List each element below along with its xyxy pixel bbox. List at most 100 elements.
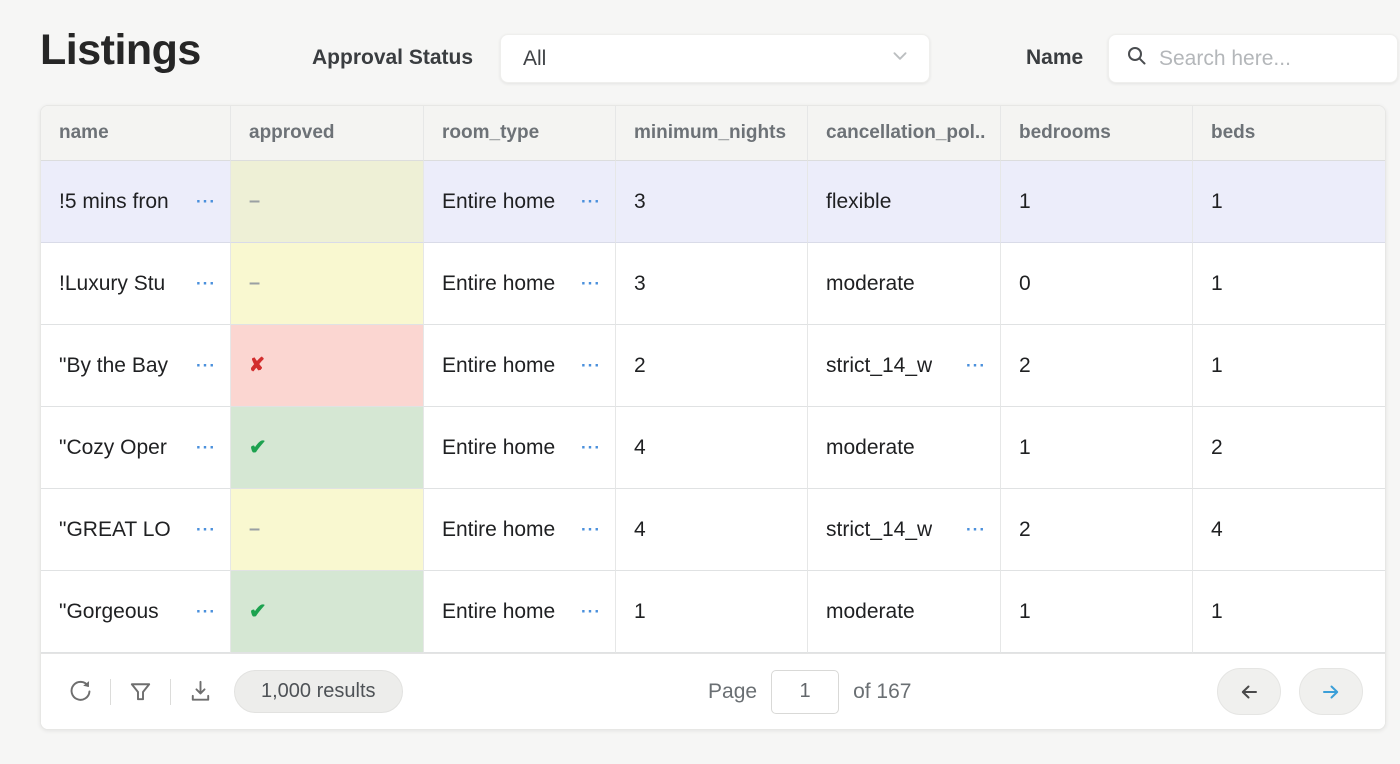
cell-approved[interactable]: ✔ xyxy=(231,407,424,489)
expand-cell-icon[interactable]: ··· xyxy=(196,357,216,374)
expand-cell-icon[interactable]: ··· xyxy=(581,439,601,456)
listings-table: name approved room_type minimum_nights c… xyxy=(40,105,1386,730)
expand-cell-icon[interactable]: ··· xyxy=(581,193,601,210)
search-input[interactable] xyxy=(1159,47,1385,71)
cell-room-type[interactable]: Entire home··· xyxy=(424,407,616,489)
cell-name[interactable]: "Cozy Oper··· xyxy=(41,407,231,489)
cell-minimum-nights[interactable]: 4 xyxy=(616,407,808,489)
column-header-cancellation-policy[interactable]: cancellation_pol... xyxy=(808,106,1001,161)
cell-cancellation-policy[interactable]: moderate xyxy=(808,407,1001,489)
cell-room-type[interactable]: Entire home··· xyxy=(424,325,616,407)
cell-bedrooms[interactable]: 1 xyxy=(1001,161,1193,243)
column-header-room-type[interactable]: room_type xyxy=(424,106,616,161)
table-row[interactable]: "By the Bay··· ✘ Entire home··· 2 strict… xyxy=(41,325,1385,407)
expand-cell-icon[interactable]: ··· xyxy=(966,357,986,374)
column-header-bedrooms[interactable]: bedrooms xyxy=(1001,106,1193,161)
page-title: Listings xyxy=(40,26,201,75)
cell-bedrooms[interactable]: 2 xyxy=(1001,489,1193,571)
refresh-button[interactable] xyxy=(63,674,98,709)
cell-minimum-nights[interactable]: 3 xyxy=(616,161,808,243)
table-row[interactable]: "Cozy Oper··· ✔ Entire home··· 4 moderat… xyxy=(41,407,1385,489)
approval-status-value: All xyxy=(523,47,887,71)
cell-cancellation-policy[interactable]: strict_14_w··· xyxy=(808,325,1001,407)
cell-room-type[interactable]: Entire home··· xyxy=(424,489,616,571)
status-dash: – xyxy=(249,272,260,295)
cell-name[interactable]: "Gorgeous··· xyxy=(41,571,231,653)
table-header-row: name approved room_type minimum_nights c… xyxy=(41,106,1385,161)
expand-cell-icon[interactable]: ··· xyxy=(196,603,216,620)
pagination: Page of 167 xyxy=(708,670,911,714)
cell-beds[interactable]: 2 xyxy=(1193,407,1385,489)
check-icon: ✔ xyxy=(249,435,267,460)
expand-cell-icon[interactable]: ··· xyxy=(196,521,216,538)
cell-beds[interactable]: 1 xyxy=(1193,243,1385,325)
cell-minimum-nights[interactable]: 3 xyxy=(616,243,808,325)
cell-name[interactable]: "GREAT LO··· xyxy=(41,489,231,571)
name-search-box[interactable] xyxy=(1108,34,1398,83)
expand-cell-icon[interactable]: ··· xyxy=(966,521,986,538)
cell-approved[interactable]: – xyxy=(231,243,424,325)
expand-cell-icon[interactable]: ··· xyxy=(581,521,601,538)
cell-beds[interactable]: 1 xyxy=(1193,325,1385,407)
download-button[interactable] xyxy=(183,674,218,709)
column-header-name[interactable]: name xyxy=(41,106,231,161)
cell-cancellation-policy[interactable]: moderate xyxy=(808,243,1001,325)
column-header-minimum-nights[interactable]: minimum_nights xyxy=(616,106,808,161)
cell-minimum-nights[interactable]: 2 xyxy=(616,325,808,407)
check-icon: ✔ xyxy=(249,599,267,624)
cell-cancellation-policy[interactable]: strict_14_w··· xyxy=(808,489,1001,571)
cross-icon: ✘ xyxy=(249,354,265,377)
next-page-button[interactable] xyxy=(1299,668,1363,715)
divider xyxy=(170,679,171,705)
divider xyxy=(110,679,111,705)
expand-cell-icon[interactable]: ··· xyxy=(196,439,216,456)
status-dash: – xyxy=(249,190,260,213)
column-header-approved[interactable]: approved xyxy=(231,106,424,161)
cell-room-type[interactable]: Entire home··· xyxy=(424,571,616,653)
table-row[interactable]: "Gorgeous··· ✔ Entire home··· 1 moderate… xyxy=(41,571,1385,653)
cell-minimum-nights[interactable]: 1 xyxy=(616,571,808,653)
column-header-beds[interactable]: beds xyxy=(1193,106,1385,161)
cell-room-type[interactable]: Entire home··· xyxy=(424,243,616,325)
approval-status-label: Approval Status xyxy=(312,46,473,70)
cell-cancellation-policy[interactable]: flexible xyxy=(808,161,1001,243)
name-filter-label: Name xyxy=(1026,46,1083,70)
expand-cell-icon[interactable]: ··· xyxy=(196,193,216,210)
cell-approved[interactable]: ✔ xyxy=(231,571,424,653)
cell-bedrooms[interactable]: 2 xyxy=(1001,325,1193,407)
cell-room-type[interactable]: Entire home··· xyxy=(424,161,616,243)
chevron-down-icon xyxy=(887,43,913,74)
cell-cancellation-policy[interactable]: moderate xyxy=(808,571,1001,653)
cell-name[interactable]: !5 mins fron··· xyxy=(41,161,231,243)
cell-beds[interactable]: 1 xyxy=(1193,571,1385,653)
table-row[interactable]: !5 mins fron··· – Entire home··· 3 flexi… xyxy=(41,161,1385,243)
cell-name[interactable]: "By the Bay··· xyxy=(41,325,231,407)
table-footer: 1,000 results Page of 167 xyxy=(41,653,1385,729)
expand-cell-icon[interactable]: ··· xyxy=(581,275,601,292)
approval-status-select[interactable]: All xyxy=(500,34,930,83)
page-label: Page xyxy=(708,680,757,704)
search-icon xyxy=(1125,44,1149,73)
cell-bedrooms[interactable]: 1 xyxy=(1001,571,1193,653)
table-body: !5 mins fron··· – Entire home··· 3 flexi… xyxy=(41,161,1385,653)
expand-cell-icon[interactable]: ··· xyxy=(196,275,216,292)
previous-page-button[interactable] xyxy=(1217,668,1281,715)
cell-approved[interactable]: ✘ xyxy=(231,325,424,407)
status-dash: – xyxy=(249,518,260,541)
cell-name[interactable]: !Luxury Stu··· xyxy=(41,243,231,325)
cell-bedrooms[interactable]: 1 xyxy=(1001,407,1193,489)
expand-cell-icon[interactable]: ··· xyxy=(581,603,601,620)
cell-bedrooms[interactable]: 0 xyxy=(1001,243,1193,325)
cell-minimum-nights[interactable]: 4 xyxy=(616,489,808,571)
cell-approved[interactable]: – xyxy=(231,161,424,243)
page-count-label: of 167 xyxy=(853,680,911,704)
page-number-input[interactable] xyxy=(771,670,839,714)
cell-approved[interactable]: – xyxy=(231,489,424,571)
table-row[interactable]: "GREAT LO··· – Entire home··· 4 strict_1… xyxy=(41,489,1385,571)
results-count-badge: 1,000 results xyxy=(234,670,403,713)
filter-button[interactable] xyxy=(123,674,158,709)
expand-cell-icon[interactable]: ··· xyxy=(581,357,601,374)
table-row[interactable]: !Luxury Stu··· – Entire home··· 3 modera… xyxy=(41,243,1385,325)
cell-beds[interactable]: 4 xyxy=(1193,489,1385,571)
cell-beds[interactable]: 1 xyxy=(1193,161,1385,243)
